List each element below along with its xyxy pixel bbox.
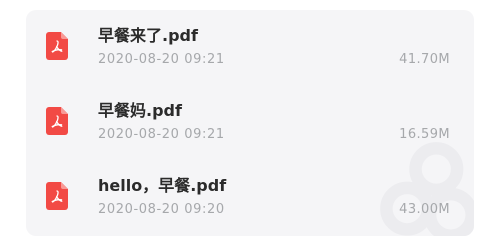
file-size: 41.70M <box>399 52 450 67</box>
pdf-file-icon <box>46 182 68 210</box>
file-row[interactable]: hello，早餐.pdf 2020-08-20 09:20 43.00M <box>26 160 474 234</box>
file-list-card: 早餐来了.pdf 2020-08-20 09:21 41.70M 早餐妈.pdf… <box>26 10 474 236</box>
file-date: 2020-08-20 09:21 <box>98 127 225 142</box>
file-name: 早餐来了.pdf <box>98 26 198 45</box>
file-size: 43.00M <box>399 202 450 217</box>
file-size: 16.59M <box>399 127 450 142</box>
pdf-file-icon <box>46 32 68 60</box>
file-name: 早餐妈.pdf <box>98 101 182 120</box>
file-row[interactable]: 早餐来了.pdf 2020-08-20 09:21 41.70M <box>26 10 474 84</box>
file-date: 2020-08-20 09:21 <box>98 52 225 67</box>
file-row[interactable]: 早餐妈.pdf 2020-08-20 09:21 16.59M <box>26 85 474 159</box>
file-name: hello，早餐.pdf <box>98 176 227 195</box>
file-date: 2020-08-20 09:20 <box>98 202 225 217</box>
pdf-file-icon <box>46 107 68 135</box>
